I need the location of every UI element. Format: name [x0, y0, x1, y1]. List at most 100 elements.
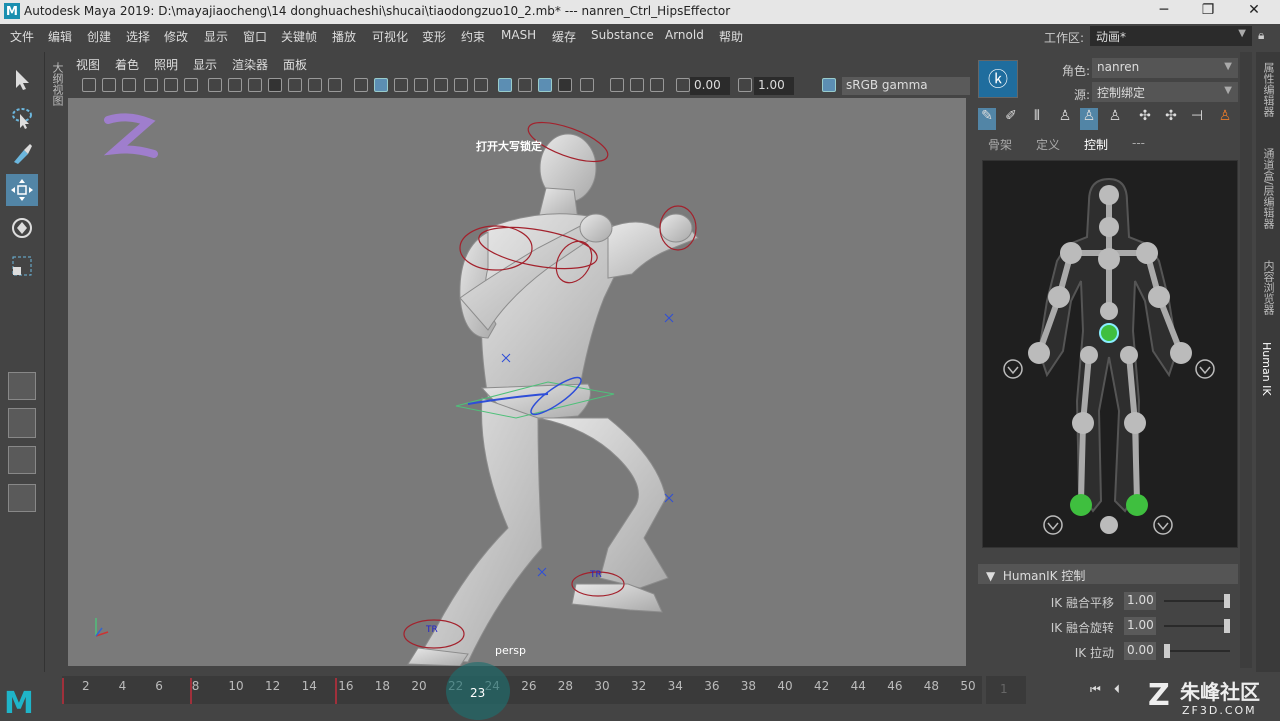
four-view-layout-icon[interactable]	[8, 408, 36, 438]
field-chart-icon[interactable]	[288, 78, 302, 92]
menu-cache[interactable]: 缓存	[552, 28, 576, 45]
go-to-start-icon[interactable]: ⏮	[1090, 682, 1101, 697]
scene-canvas[interactable]	[68, 98, 966, 666]
depth-of-field-icon[interactable]	[538, 78, 552, 92]
fk-icon[interactable]: ♙	[1080, 108, 1098, 130]
tab-definition[interactable]: 定义	[1036, 136, 1060, 154]
menu-file[interactable]: 文件	[10, 28, 34, 45]
exposure-icon[interactable]	[676, 78, 690, 92]
humanik-logo-icon[interactable]: ⓚ	[978, 60, 1018, 98]
ik-pull-slider[interactable]	[1164, 650, 1230, 652]
end-frame-field[interactable]: 1	[986, 676, 1026, 704]
panel-menu-lighting[interactable]: 照明	[154, 56, 178, 73]
gamma-icon[interactable]	[738, 78, 752, 92]
selection-icon[interactable]: ⫴	[1028, 108, 1046, 130]
two-view-layout-icon[interactable]	[8, 446, 36, 474]
use-all-lights-icon[interactable]	[434, 78, 448, 92]
menu-arnold[interactable]: Arnold	[665, 28, 704, 42]
menu-modify[interactable]: 修改	[164, 28, 188, 45]
ik-blend-rotate-input[interactable]: 1.00	[1124, 617, 1156, 635]
tab-human-ik[interactable]: Human IK	[1260, 342, 1273, 396]
ik-pull-input[interactable]: 0.00	[1124, 642, 1156, 660]
xray-icon[interactable]	[580, 78, 594, 92]
film-gate-icon[interactable]	[228, 78, 242, 92]
outliner-side-tab[interactable]: 大纲视图	[44, 52, 66, 672]
single-view-layout-icon[interactable]	[8, 372, 36, 400]
menu-substance[interactable]: Substance	[591, 28, 654, 42]
panel-menu-shading[interactable]: 着色	[115, 56, 139, 73]
reach-translate-icon[interactable]: ✣	[1136, 108, 1154, 130]
ik-blend-translate-input[interactable]: 1.00	[1124, 592, 1156, 610]
gamma-input[interactable]: 1.00	[754, 77, 794, 95]
isolate-select-icon[interactable]	[558, 78, 572, 92]
menu-create[interactable]: 创建	[87, 28, 111, 45]
character-dropdown[interactable]: nanren ▼	[1092, 58, 1238, 78]
paint-select-tool-icon[interactable]	[6, 138, 38, 170]
shadows-icon[interactable]	[454, 78, 468, 92]
character-icon[interactable]: ♙	[1216, 108, 1234, 130]
tab-content-browser[interactable]: 内容浏览器	[1260, 260, 1276, 315]
lasso-tool-icon[interactable]	[6, 102, 38, 134]
full-body-icon[interactable]: ✎	[978, 108, 996, 130]
gate-mask-icon[interactable]	[268, 78, 282, 92]
camera-icon[interactable]	[82, 78, 96, 92]
scale-tool-icon[interactable]	[6, 250, 38, 282]
outliner-layout-icon[interactable]	[8, 484, 36, 512]
source-dropdown[interactable]: 控制绑定 ▼	[1092, 82, 1238, 102]
lock-icon[interactable]: 🔒︎	[1258, 28, 1272, 44]
menu-display[interactable]: 显示	[204, 28, 228, 45]
menu-constrain[interactable]: 约束	[461, 28, 485, 45]
panel-menu-panels[interactable]: 面板	[283, 56, 307, 73]
panel-menu-renderer[interactable]: 渲染器	[232, 56, 268, 73]
color-management-icon[interactable]	[822, 78, 836, 92]
menu-playback[interactable]: 播放	[332, 28, 356, 45]
ik-blend-rotate-slider[interactable]	[1164, 625, 1230, 627]
2d-pan-icon[interactable]	[164, 78, 178, 92]
body-part-icon[interactable]: ✐	[1002, 108, 1020, 130]
menu-deform[interactable]: 变形	[422, 28, 446, 45]
smooth-shade-icon[interactable]	[374, 78, 388, 92]
menu-select[interactable]: 选择	[126, 28, 150, 45]
camera-attributes-icon[interactable]	[102, 78, 116, 92]
motion-blur-icon[interactable]	[498, 78, 512, 92]
menu-help[interactable]: 帮助	[719, 28, 743, 45]
menu-visualize[interactable]: 可视化	[372, 28, 408, 45]
exposure-input[interactable]: 0.00	[690, 77, 730, 95]
textured-icon[interactable]	[414, 78, 428, 92]
xray-joints-icon[interactable]	[610, 78, 624, 92]
reach-rotate-icon[interactable]: ✣	[1162, 108, 1180, 130]
minimize-button[interactable]: ─	[1152, 2, 1176, 22]
humanik-character-view[interactable]	[982, 160, 1238, 548]
step-back-icon[interactable]: ⏴	[1114, 682, 1120, 697]
menu-mash[interactable]: MASH	[501, 28, 536, 42]
tab-skeleton[interactable]: 骨架	[988, 136, 1012, 154]
close-button[interactable]: ✕	[1242, 2, 1266, 22]
safe-action-icon[interactable]	[308, 78, 322, 92]
humanik-scrollbar[interactable]	[1240, 52, 1252, 668]
resolution-gate-icon[interactable]	[248, 78, 262, 92]
anti-aliasing-icon[interactable]	[518, 78, 532, 92]
wireframe-icon[interactable]	[354, 78, 368, 92]
tab-channel-box[interactable]: 通道盒/层编辑器	[1260, 148, 1276, 229]
tab-controls[interactable]: 控制	[1084, 136, 1108, 154]
rotate-tool-icon[interactable]	[6, 212, 38, 244]
ik-blend-translate-slider[interactable]	[1164, 600, 1230, 602]
workspace-dropdown[interactable]: 动画* ▼	[1090, 26, 1252, 46]
wireframe-on-shaded-icon[interactable]	[394, 78, 408, 92]
restore-button[interactable]: ❐	[1196, 2, 1220, 22]
ik-blend-translate-handle[interactable]	[1224, 594, 1230, 608]
tab-attribute-editor[interactable]: 属性编辑器	[1260, 62, 1276, 117]
ik-blend-rotate-handle[interactable]	[1224, 619, 1230, 633]
grease-pencil-icon[interactable]	[184, 78, 198, 92]
backface-culling-icon[interactable]	[650, 78, 664, 92]
panel-menu-show[interactable]: 显示	[193, 56, 217, 73]
menu-key[interactable]: 关键帧	[281, 28, 317, 45]
menu-edit[interactable]: 编辑	[48, 28, 72, 45]
pin-icon[interactable]: ♙	[1056, 108, 1074, 130]
bookmark-icon[interactable]	[122, 78, 136, 92]
time-slider[interactable]: 2468101214161820222426283032343638404244…	[62, 676, 982, 704]
xray-active-icon[interactable]	[630, 78, 644, 92]
panel-menu-view[interactable]: 视图	[76, 56, 100, 73]
screen-space-ao-icon[interactable]	[474, 78, 488, 92]
move-tool-icon[interactable]	[6, 174, 38, 206]
